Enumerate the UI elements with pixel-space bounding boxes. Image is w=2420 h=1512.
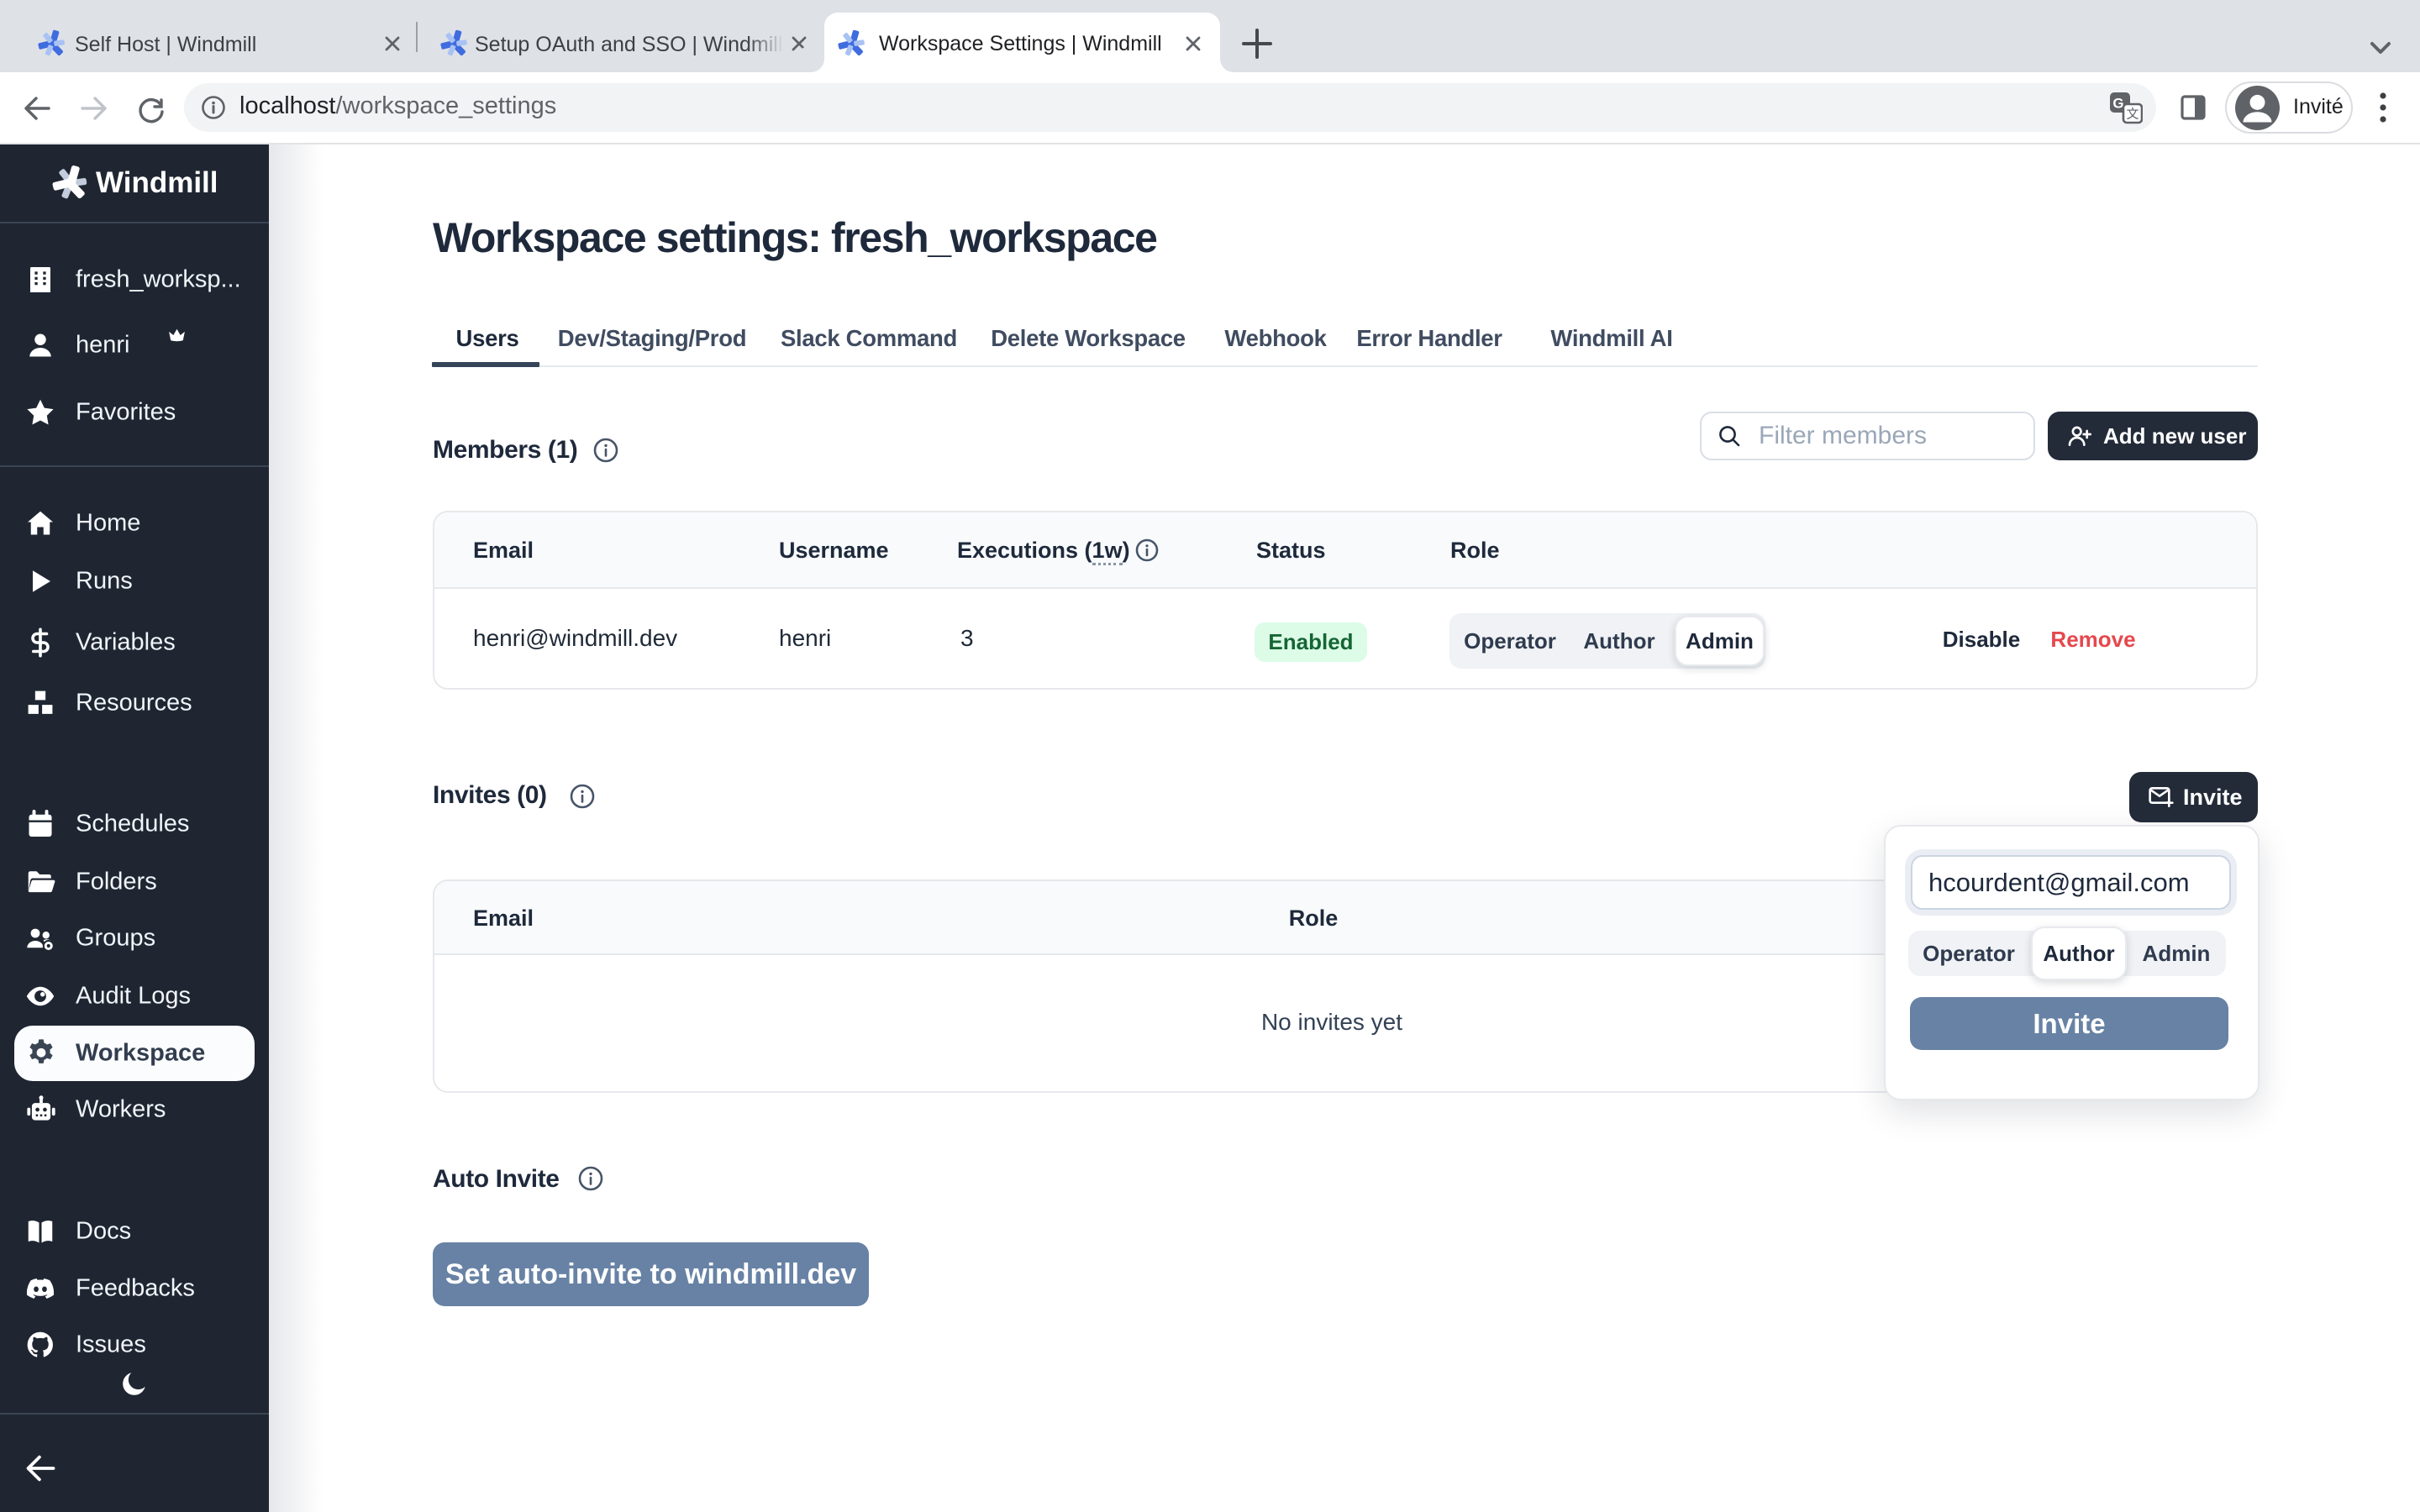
svg-text:G: G — [2112, 96, 2123, 112]
svg-text:文: 文 — [2126, 108, 2139, 122]
